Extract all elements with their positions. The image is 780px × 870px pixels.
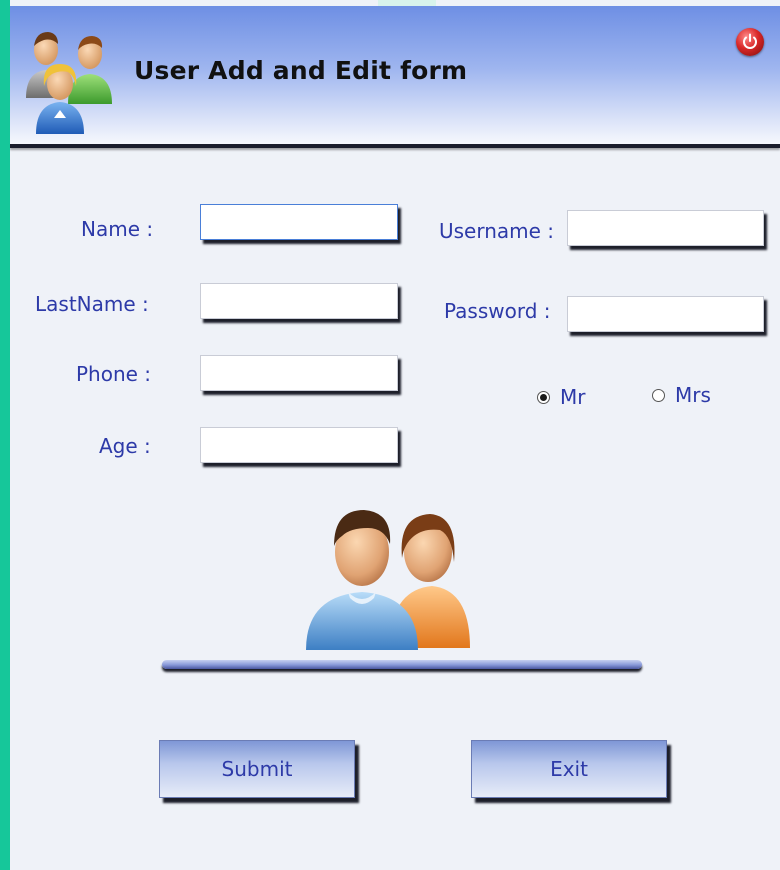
radio-mr-label: Mr [560, 385, 586, 409]
users-group-icon [26, 32, 112, 134]
power-symbol-glyph [743, 33, 757, 49]
radio-mr-button[interactable] [537, 390, 550, 404]
exit-button[interactable]: Exit [471, 740, 667, 798]
radio-mrs[interactable]: Mrs [652, 383, 711, 407]
separator-bar [162, 660, 642, 669]
window-title: User Add and Edit form [134, 56, 468, 85]
form-window: User Add and Edit form Name : LastName :… [10, 0, 780, 870]
radio-mrs-button[interactable] [652, 388, 665, 402]
lastname-field[interactable] [200, 283, 398, 319]
submit-button[interactable]: Submit [159, 740, 355, 798]
power-icon[interactable] [736, 28, 764, 56]
age-label: Age : [99, 434, 151, 458]
lastname-label: LastName : [35, 292, 149, 316]
radio-mr[interactable]: Mr [537, 385, 585, 409]
password-field[interactable] [567, 296, 764, 332]
couple-users-icon [306, 510, 470, 650]
name-label: Name : [81, 217, 154, 241]
phone-label: Phone : [76, 362, 152, 386]
header-banner: User Add and Edit form [10, 6, 780, 148]
name-field[interactable] [200, 204, 398, 240]
age-field[interactable] [200, 427, 398, 463]
radio-mrs-label: Mrs [675, 383, 711, 407]
username-label: Username : [439, 219, 555, 243]
username-field[interactable] [567, 210, 764, 246]
phone-field[interactable] [200, 355, 398, 391]
password-label: Password : [444, 299, 551, 323]
